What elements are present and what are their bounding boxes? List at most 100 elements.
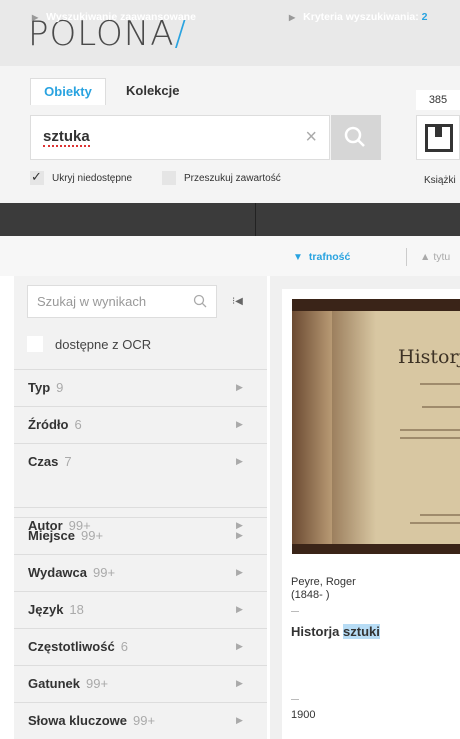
hide-unavailable-checkbox[interactable] [30, 169, 44, 185]
books-type-label: Książki [424, 175, 456, 186]
text-line [410, 522, 460, 524]
search-criteria-button[interactable]: ▶ Kryteria wyszukiwania: 2 [289, 11, 427, 23]
search-criteria-label: Kryteria wyszukiwania: [303, 11, 419, 23]
facet-name: Język [28, 602, 64, 617]
search-icon [193, 294, 207, 308]
facet-jezyk[interactable]: Język 18 ▶ [14, 591, 267, 628]
search-content-label: Przeszukuj zawartość [184, 173, 281, 184]
text-line [422, 406, 460, 408]
facet-label: Język 18 [28, 602, 84, 617]
search-value: sztuka [43, 128, 90, 147]
ocr-checkbox[interactable] [27, 336, 43, 352]
facet-count: 7 [64, 454, 72, 469]
sort-down-icon: ▼ [293, 252, 303, 263]
facet-zrodlo[interactable]: Źródło 6 ▶ [14, 406, 267, 443]
separator [291, 699, 299, 700]
facet-czas[interactable]: Czas 7 ▶ [14, 443, 267, 480]
chevron-right-icon: ▶ [236, 456, 243, 466]
sort-relevance[interactable]: ▼ trafność [293, 251, 350, 263]
text-line [420, 383, 460, 385]
facet-wydawca[interactable]: Wydawca 99+ ▶ [14, 554, 267, 591]
facet-gatunek[interactable]: Gatunek 99+ ▶ [14, 665, 267, 702]
search-content-checkbox[interactable] [162, 171, 176, 185]
ocr-label: dostępne z OCR [55, 337, 152, 352]
tab-obiekty[interactable]: Obiekty [30, 78, 106, 105]
sort-title-label: tytu [433, 251, 451, 263]
facet-name: Wydawca [28, 565, 88, 580]
clear-icon[interactable]: × [305, 126, 317, 149]
facet-count: 9 [56, 380, 64, 395]
filter-search-placeholder: Szukaj w wynikach [37, 294, 147, 309]
facet-count: 6 [74, 417, 82, 432]
facet-label: Czas 7 [28, 454, 72, 469]
thumbnail-title: Historja [398, 346, 460, 368]
sort-title[interactable]: ▲ tytu [420, 251, 450, 263]
facet-count: 99+ [86, 676, 109, 691]
facet-name: Czas [28, 454, 59, 469]
chevron-right-icon: ▶ [236, 604, 243, 614]
advanced-search-button[interactable]: ▶ Wyszukiwanie zaawansowane [32, 11, 196, 23]
chevron-right-icon: ▶ [236, 419, 243, 429]
search-criteria-count: 2 [421, 11, 428, 23]
facet-name: Źródło [28, 417, 69, 432]
facet-miejsce[interactable]: Miejsce 99+ ▶ [14, 517, 267, 554]
facet-name: Częstotliwość [28, 639, 115, 654]
toolbar-divider [255, 203, 256, 236]
advanced-search-label: Wyszukiwanie zaawansowane [46, 11, 196, 23]
facet-label: Częstotliwość 6 [28, 639, 128, 654]
sort-up-icon: ▲ [420, 251, 434, 263]
book-icon [425, 124, 453, 152]
expand-arrow-icon: ▶ [32, 13, 39, 22]
facet-label: Typ 9 [28, 380, 63, 395]
result-author[interactable]: Peyre, Roger (1848- ) [291, 576, 451, 602]
facet-czestotliwosc[interactable]: Częstotliwość 6 ▶ [14, 628, 267, 665]
title-highlight: sztuki [343, 624, 380, 639]
result-thumbnail[interactable]: Historja [292, 299, 460, 554]
result-title[interactable]: Historja sztuki [291, 624, 380, 639]
chevron-right-icon: ▶ [236, 382, 243, 392]
separator [291, 611, 299, 612]
book-left-page [292, 311, 332, 544]
collapse-sidebar-icon[interactable]: ⁝◀ [232, 296, 243, 307]
expand-arrow-icon: ▶ [289, 13, 296, 22]
text-line [400, 429, 460, 431]
facet-count: 99+ [93, 565, 116, 580]
search-input[interactable]: sztuka × [30, 115, 330, 160]
facet-label: Wydawca 99+ [28, 565, 115, 580]
result-count-badge: 385 [416, 90, 460, 110]
chevron-right-icon: ▶ [236, 641, 243, 651]
search-button[interactable] [331, 115, 381, 160]
text-line [420, 514, 460, 516]
book-spine-shadow [332, 311, 376, 544]
facet-slowa-kluczowe[interactable]: Słowa kluczowe 99+ ▶ [14, 702, 267, 739]
chevron-right-icon: ▶ [236, 530, 243, 540]
facet-name: Typ [28, 380, 51, 395]
sort-bar [0, 236, 460, 276]
sort-relevance-label: trafność [308, 251, 351, 263]
hide-unavailable-label: Ukryj niedostępne [52, 173, 133, 184]
facet-label: Gatunek 99+ [28, 676, 108, 691]
facet-count: 18 [69, 602, 84, 617]
facet-label: Miejsce 99+ [28, 528, 103, 543]
facet-count: 99+ [132, 713, 156, 728]
tab-kolekcje[interactable]: Kolekcje [126, 80, 179, 104]
chevron-right-icon: ▶ [236, 715, 243, 725]
facet-typ[interactable]: Typ 9 ▶ [14, 369, 267, 406]
sort-divider [406, 248, 407, 266]
chevron-right-icon: ▶ [236, 678, 243, 688]
facet-name: Gatunek [28, 676, 81, 691]
author-dates: (1848- ) [291, 589, 330, 601]
chevron-right-icon: ▶ [236, 567, 243, 577]
facet-count: 6 [120, 639, 128, 654]
filter-search-input[interactable]: Szukaj w wynikach [27, 285, 217, 318]
title-text: Historja [291, 624, 344, 639]
author-name: Peyre, Roger [291, 576, 356, 588]
search-icon [344, 126, 365, 147]
facet-name: Miejsce [28, 528, 75, 543]
facet-label: Źródło 6 [28, 417, 82, 432]
search-toolbar [0, 203, 460, 236]
facet-label: Słowa kluczowe 99+ [28, 713, 155, 728]
facet-count: 99+ [80, 528, 104, 543]
books-type-button[interactable] [416, 115, 460, 160]
text-line [400, 437, 460, 439]
